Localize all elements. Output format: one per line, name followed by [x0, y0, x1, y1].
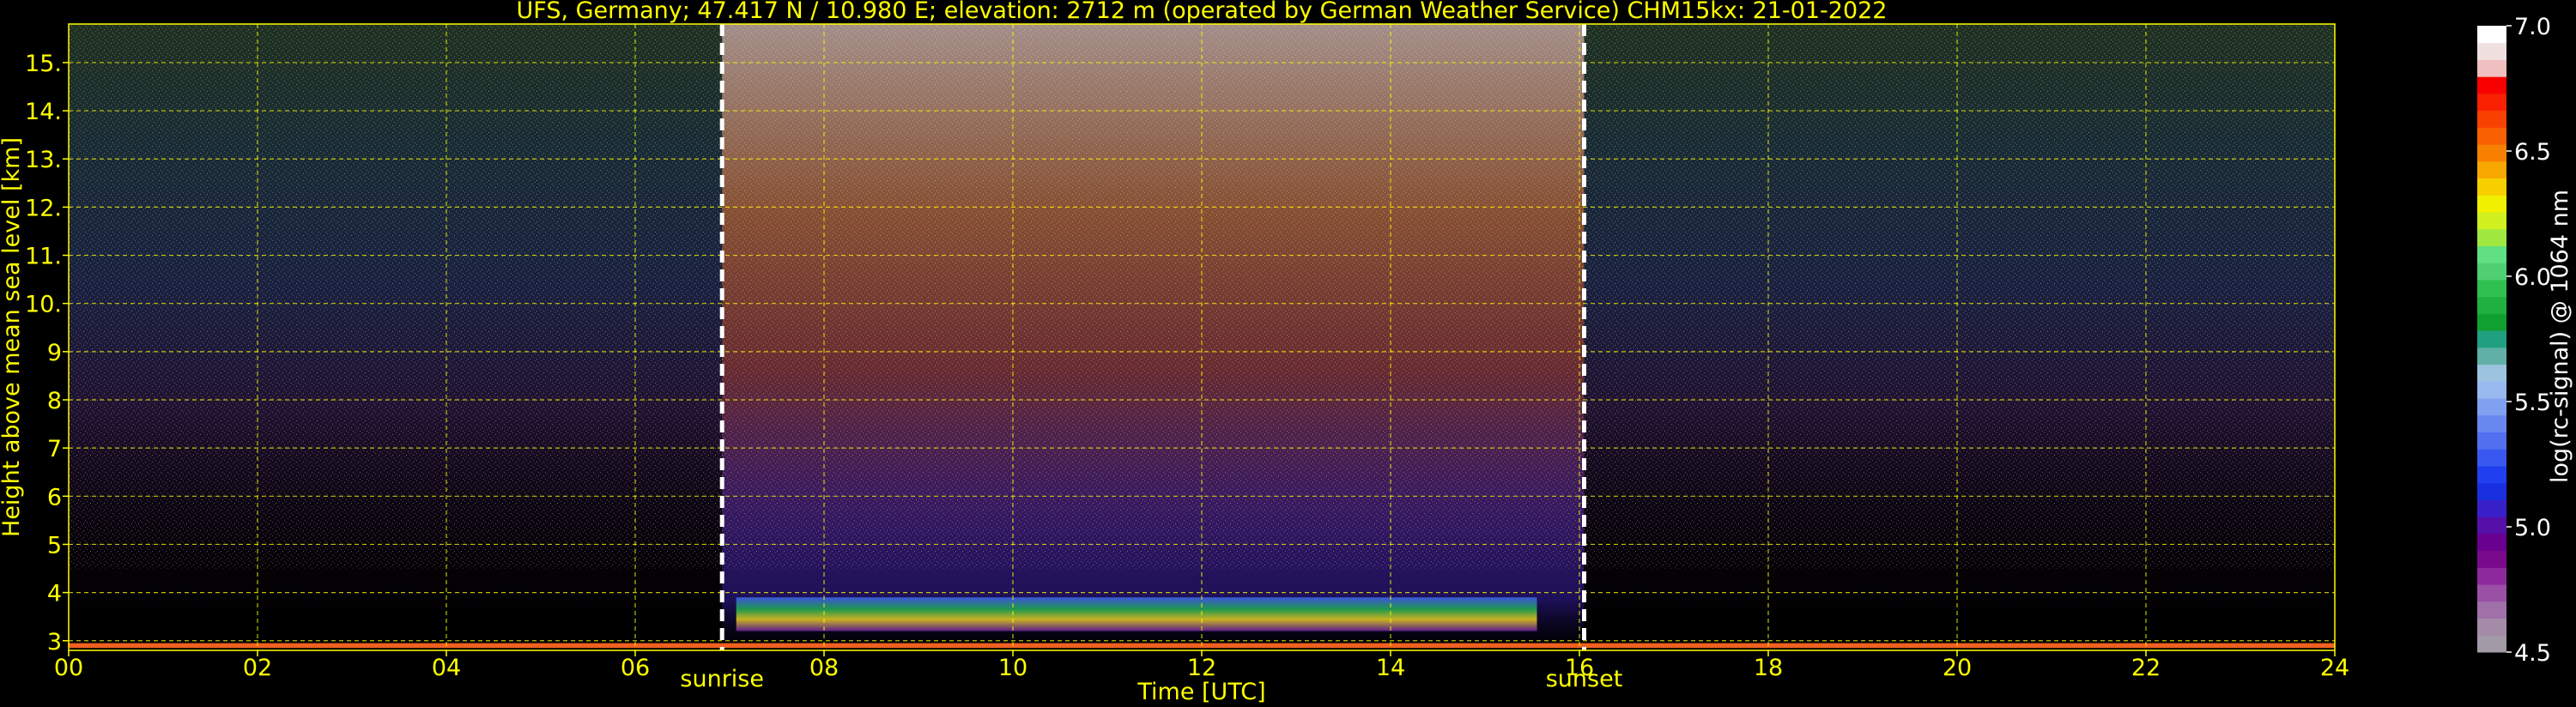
colorbar-tick-label: 5.5	[2514, 390, 2551, 416]
colorbar-segment	[2477, 381, 2506, 399]
colorbar-segment	[2477, 567, 2506, 585]
colorbar-segment	[2477, 465, 2506, 484]
colorbar-segment	[2477, 584, 2506, 602]
y-axis-label: Height above mean sea level [km]	[0, 137, 25, 537]
colorbar-segment	[2477, 212, 2506, 230]
x-tick-label: 18	[1754, 655, 1783, 681]
colorbar-tick-label: 6.5	[2514, 139, 2551, 166]
colorbar-segment	[2477, 550, 2506, 568]
x-tick-label: 20	[1943, 655, 1972, 681]
x-tick-label: 04	[432, 655, 461, 681]
colorbar-segment	[2477, 160, 2506, 179]
x-tick-label: 08	[809, 655, 839, 681]
y-tick-label: 14.	[25, 99, 62, 125]
colorbar-segment	[2477, 195, 2506, 213]
x-axis-label: Time [UTC]	[1136, 679, 1265, 705]
colorbar-segment	[2477, 398, 2506, 416]
x-tick-label: 12	[1187, 655, 1216, 681]
colorbar-segment	[2477, 144, 2506, 162]
x-tick-label: 14	[1376, 655, 1405, 681]
colorbar-segment	[2477, 76, 2506, 94]
colorbar-tick-label: 6.0	[2514, 264, 2551, 291]
colorbar-segment	[2477, 263, 2506, 281]
y-tick-label: 12.	[25, 195, 62, 221]
colorbar-segment	[2477, 59, 2506, 77]
colorbar: 4.5 5.0 5.5 6.0 6.5 7.0	[2477, 14, 2551, 667]
x-tick-label: 06	[621, 655, 650, 681]
x-tick-label: 16	[1565, 655, 1594, 681]
boundary-layer-signal	[736, 597, 1537, 631]
x-tick-label: 10	[998, 655, 1027, 681]
x-tick-label: 00	[54, 655, 83, 681]
colorbar-segment	[2477, 228, 2506, 246]
colorbar-segment	[2477, 414, 2506, 433]
colorbar-segment	[2477, 127, 2506, 145]
x-tick-label: 22	[2131, 655, 2161, 681]
y-tick-label: 5	[47, 532, 62, 559]
colorbar-segment	[2477, 42, 2506, 60]
colorbar-segment	[2477, 635, 2506, 653]
colorbar-segment	[2477, 517, 2506, 535]
ceilometer-chart: sunrise sunset 00 02 04 06 08 10 12 14 16 18 20 22 24…	[0, 0, 2573, 705]
colorbar-tick-label: 4.5	[2514, 640, 2551, 667]
y-tick-label: 6	[47, 484, 62, 511]
colorbar-segment	[2477, 533, 2506, 552]
colorbar-segment	[2477, 296, 2506, 314]
colorbar-segment	[2477, 110, 2506, 128]
y-tick-label: 15.	[25, 51, 62, 77]
y-tick-label: 11.	[25, 244, 62, 270]
colorbar-segment	[2477, 26, 2506, 44]
colorbar-segment	[2477, 432, 2506, 450]
colorbar-segment	[2477, 178, 2506, 196]
colorbar-segment	[2477, 245, 2506, 263]
colorbar-tick-label: 7.0	[2514, 14, 2551, 40]
y-tick-label: 3	[47, 629, 62, 656]
y-tick-label: 7	[47, 436, 62, 462]
colorbar-segment	[2477, 330, 2506, 348]
colorbar-segment	[2477, 499, 2506, 517]
colorbar-label: log(rc-signal) @ 1064 nm	[2547, 190, 2573, 483]
colorbar-segment	[2477, 347, 2506, 366]
colorbar-tick-label: 5.0	[2514, 515, 2551, 541]
x-tick-label: 02	[243, 655, 272, 681]
colorbar-segment	[2477, 482, 2506, 500]
y-tick-label: 9	[47, 340, 62, 366]
colorbar-segment	[2477, 449, 2506, 467]
colorbar-segment	[2477, 364, 2506, 382]
y-tick-label: 10.	[25, 292, 62, 318]
colorbar-segment	[2477, 93, 2506, 112]
colorbar-segment	[2477, 279, 2506, 298]
y-tick-label: 13.	[25, 147, 62, 173]
colorbar-segment	[2477, 313, 2506, 331]
colorbar-segment	[2477, 601, 2506, 619]
sunrise-label: sunrise	[680, 666, 764, 692]
y-tick-label: 4	[47, 581, 62, 607]
chart-title: UFS, Germany; 47.417 N / 10.980 E; eleva…	[517, 0, 1888, 24]
y-tick-label: 8	[47, 388, 62, 414]
x-tick-label: 24	[2320, 655, 2349, 681]
colorbar-segment	[2477, 618, 2506, 636]
